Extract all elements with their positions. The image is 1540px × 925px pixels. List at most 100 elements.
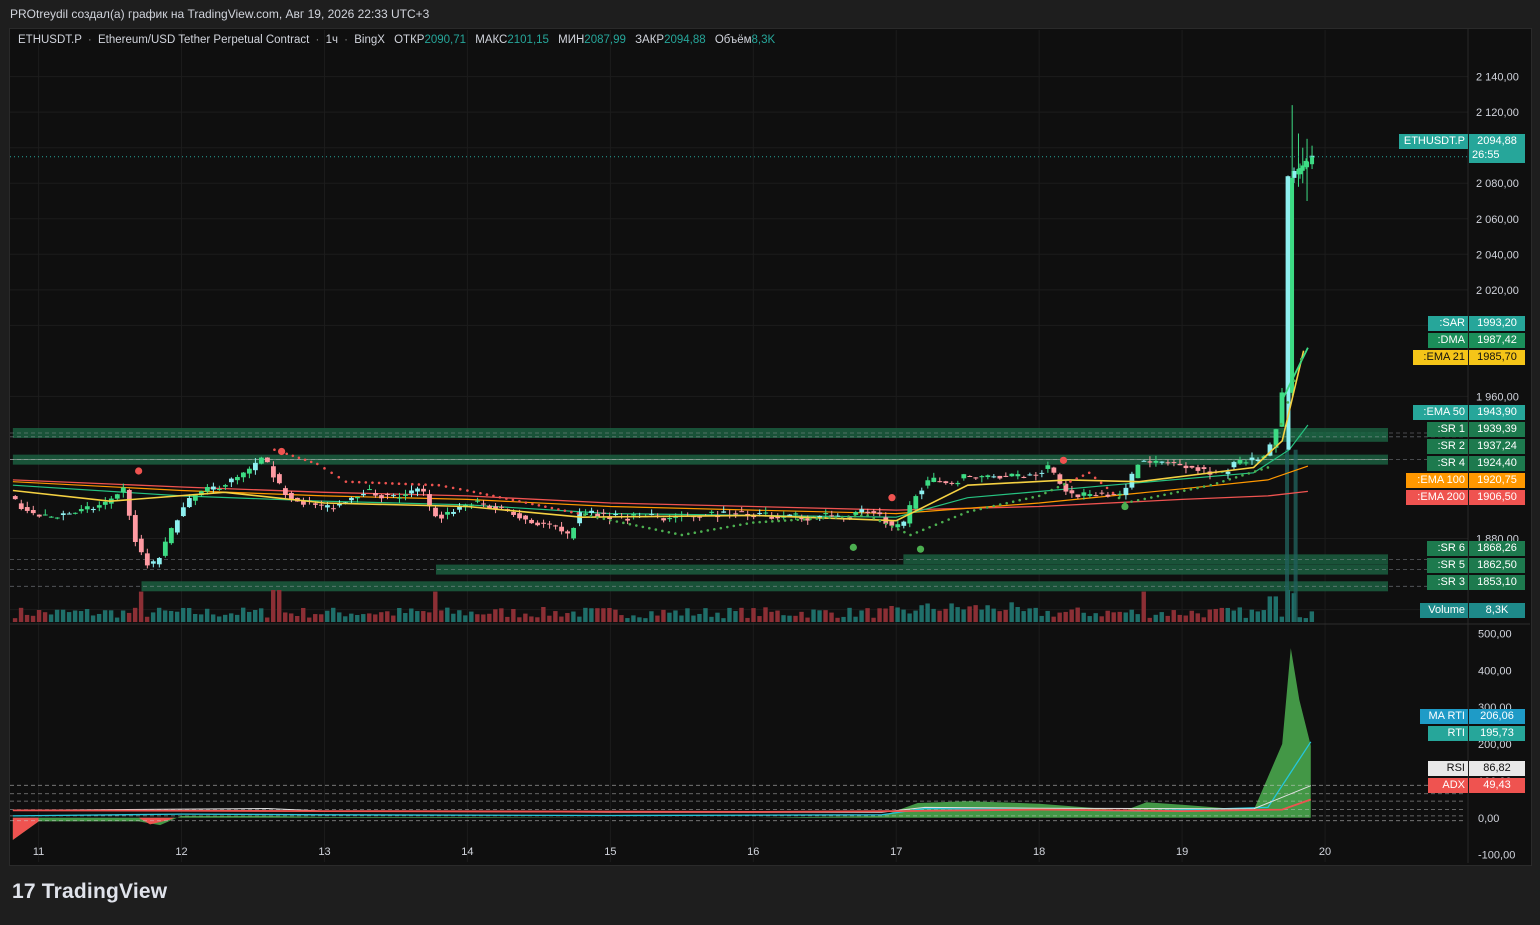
candle-body <box>469 504 474 506</box>
sar-dot <box>834 516 838 519</box>
indicator-tag-label[interactable]: :SR 2 <box>1427 439 1468 454</box>
candle-body <box>991 476 997 478</box>
volume-bar <box>210 614 216 622</box>
volume-bar <box>493 609 498 622</box>
sar-dot <box>872 516 876 520</box>
sar-dot <box>550 506 554 510</box>
indicator-tag-label[interactable]: :EMA 100 <box>1406 473 1468 488</box>
volume-bar <box>469 611 474 622</box>
price-chart[interactable]: 2 140,002 120,002 100,002 080,002 060,00… <box>0 0 1540 925</box>
sar-dot <box>790 518 793 522</box>
indicator-tag-label[interactable]: MA RTI <box>1420 709 1468 724</box>
candle-body <box>1171 462 1177 464</box>
candle-body <box>331 508 336 510</box>
sar-signal-dot <box>1121 502 1129 511</box>
sar-dot <box>330 471 333 475</box>
volume-bar <box>295 615 300 622</box>
indicator-tag-label[interactable]: :EMA 50 <box>1413 405 1468 420</box>
sar-dot <box>1081 474 1085 477</box>
sar-dot <box>1202 485 1206 488</box>
candle-body <box>1201 467 1207 470</box>
sar-dot <box>859 514 863 518</box>
sar-dot <box>853 514 857 518</box>
volume-bar <box>511 608 516 622</box>
legend-open-label: ОТКР <box>394 34 425 46</box>
indicator-axis-tick: -100,00 <box>1478 850 1515 862</box>
candle-body <box>445 511 450 515</box>
candle-body <box>1087 494 1093 496</box>
sar-dot <box>1156 494 1160 498</box>
indicator-tag-label[interactable]: ETHUSDT.P <box>1399 134 1468 149</box>
volume-bar <box>259 608 264 622</box>
indicator-tag-value: 1920,75 <box>1469 473 1525 488</box>
indicator-tag-label[interactable]: :SR 1 <box>1427 422 1468 437</box>
tradingview-brand[interactable]: 17 TradingView <box>12 880 167 904</box>
indicator-axis-tick: 0,00 <box>1478 813 1499 825</box>
candle-body <box>228 478 234 483</box>
indicator-tag-label[interactable]: :SAR <box>1428 316 1468 331</box>
sar-dot <box>273 448 276 451</box>
indicator-tag-label[interactable]: :SR 3 <box>1427 575 1468 590</box>
indicator-tag-label[interactable]: :SR 5 <box>1427 558 1468 573</box>
sar-dot <box>713 528 716 531</box>
sar-dot <box>758 520 761 524</box>
sar-dot <box>492 494 495 498</box>
candle-body <box>319 504 324 506</box>
volume-bar <box>1015 607 1020 622</box>
candle-body <box>42 514 48 516</box>
sar-dot <box>344 480 348 483</box>
sar-dot <box>316 462 319 466</box>
legend-interval[interactable]: 1ч <box>326 34 338 46</box>
volume-bar <box>751 608 756 622</box>
legend-close: 2094,88 <box>664 34 706 46</box>
sar-dot <box>745 522 749 525</box>
volume-bar <box>1009 602 1014 622</box>
candle-body <box>78 509 84 512</box>
candle-body <box>475 500 480 502</box>
candle-body <box>595 513 601 517</box>
volume-bar <box>937 610 942 622</box>
candle-body <box>24 507 30 511</box>
indicator-tag-label[interactable]: :SR 4 <box>1427 456 1468 471</box>
indicator-tag-label[interactable]: :SR 6 <box>1427 541 1468 556</box>
indicator-tag-label[interactable]: :DMA <box>1428 333 1468 348</box>
volume-bar <box>499 608 504 622</box>
indicator-tag-label[interactable]: :EMA 21 <box>1413 350 1468 365</box>
countdown-tag: 26:55 <box>1469 148 1525 163</box>
volume-bar <box>120 610 126 622</box>
sar-dot <box>878 519 882 523</box>
legend-symbol[interactable]: ETHUSDT.P <box>18 34 82 46</box>
indicator-tag-value: 1985,70 <box>1469 350 1525 365</box>
candle-body <box>72 512 78 514</box>
indicator-tag-label[interactable]: RTI <box>1428 726 1468 741</box>
candle-body <box>313 503 318 505</box>
candle-body <box>253 462 258 471</box>
indicator-tag-label[interactable]: Volume <box>1420 603 1468 618</box>
candle-body <box>222 485 228 487</box>
volume-bar <box>877 608 882 622</box>
candle-body <box>144 553 150 566</box>
volume-bar <box>180 607 186 622</box>
sar-dot <box>738 523 742 527</box>
volume-bar <box>457 610 462 622</box>
indicator-tag-label[interactable]: :EMA 200 <box>1406 490 1468 505</box>
indicator-tag-label[interactable]: RSI <box>1428 761 1468 776</box>
legend-low-label: МИН <box>558 34 585 46</box>
candle-body <box>1177 463 1183 466</box>
volume-spike-column <box>1285 449 1290 622</box>
sar-dot <box>622 521 625 525</box>
candle-body <box>973 477 979 479</box>
candle-body <box>1195 467 1201 471</box>
sar-dot <box>1228 477 1232 481</box>
sar-dot <box>674 532 677 535</box>
candle-body <box>84 506 90 510</box>
indicator-tag-label[interactable]: ADX <box>1428 778 1468 793</box>
candle-body <box>451 511 456 514</box>
sar-dot <box>1031 496 1034 499</box>
candle-body <box>793 513 799 515</box>
volume-bar <box>186 607 192 622</box>
volume-bar <box>667 612 672 622</box>
volume-bar <box>427 612 432 622</box>
indicator-tag-value: 1862,50 <box>1469 558 1525 573</box>
volume-bar <box>961 609 966 622</box>
